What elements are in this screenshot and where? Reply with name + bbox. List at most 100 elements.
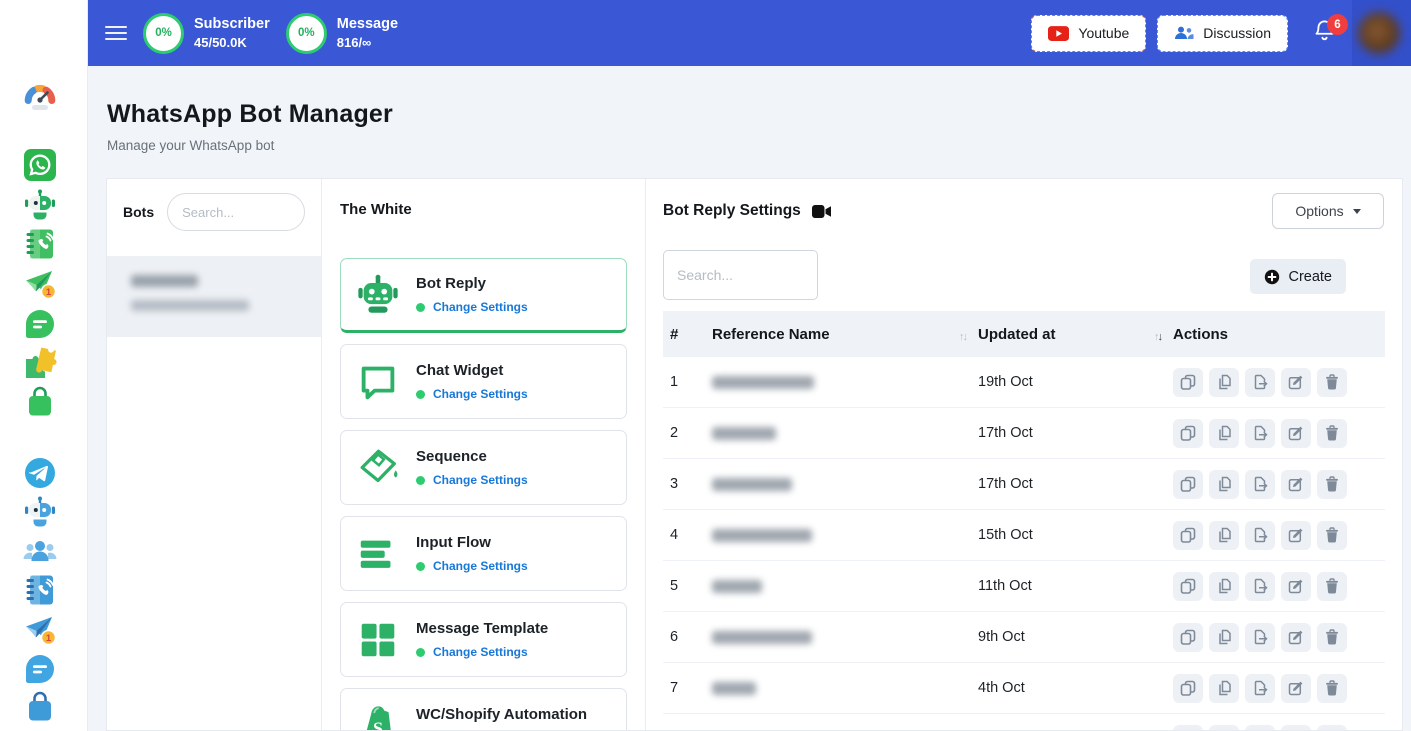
duplicate-button[interactable] <box>1209 725 1239 731</box>
sidebar-item-dashboard[interactable] <box>22 79 58 115</box>
sidebar-item-whatsapp-chat[interactable] <box>22 306 58 342</box>
copy-button[interactable] <box>1173 572 1203 601</box>
change-settings-link[interactable]: Change Settings <box>433 559 528 573</box>
bots-title: Bots <box>123 204 154 220</box>
delete-button[interactable] <box>1317 419 1347 448</box>
svg-text:S: S <box>373 718 383 731</box>
export-icon <box>1252 374 1268 390</box>
card-message-template[interactable]: Message Template Change Settings <box>340 602 627 677</box>
export-button[interactable] <box>1245 419 1275 448</box>
duplicate-button[interactable] <box>1209 419 1239 448</box>
video-tutorial-icon[interactable] <box>812 205 831 218</box>
pages-icon <box>1216 476 1232 492</box>
export-button[interactable] <box>1245 521 1275 550</box>
delete-button[interactable] <box>1317 725 1347 731</box>
change-settings-link[interactable]: Change Settings <box>433 645 528 659</box>
sort-icon[interactable]: ↑↓ <box>1154 325 1161 343</box>
copy-button[interactable] <box>1173 368 1203 397</box>
edit-button[interactable] <box>1281 470 1311 499</box>
copy-button[interactable] <box>1173 419 1203 448</box>
sidebar-item-telegram-bot[interactable] <box>22 494 58 530</box>
create-button[interactable]: Create <box>1250 259 1346 294</box>
card-bot-reply[interactable]: Bot Reply Change Settings <box>340 258 627 333</box>
export-button[interactable] <box>1245 572 1275 601</box>
export-icon <box>1252 425 1268 441</box>
edit-button[interactable] <box>1281 368 1311 397</box>
sidebar-item-whatsapp-bot[interactable] <box>22 187 58 223</box>
reference-name-redacted <box>712 427 776 440</box>
change-settings-link[interactable]: Change Settings <box>433 473 528 487</box>
delete-button[interactable] <box>1317 521 1347 550</box>
card-sequence[interactable]: Sequence Change Settings <box>340 430 627 505</box>
updated-at-cell: 17th Oct <box>978 476 1173 492</box>
duplicate-button[interactable] <box>1209 572 1239 601</box>
avatar-block[interactable] <box>1352 0 1411 66</box>
card-wc-shopify[interactable]: S WC/Shopify Automation Change Settings <box>340 688 627 731</box>
copy-icon <box>1180 374 1196 390</box>
delete-button[interactable] <box>1317 674 1347 703</box>
export-button[interactable] <box>1245 623 1275 652</box>
delete-button[interactable] <box>1317 368 1347 397</box>
change-settings-link[interactable]: Change Settings <box>433 300 528 314</box>
card-input-flow[interactable]: Input Flow Change Settings <box>340 516 627 591</box>
export-button[interactable] <box>1245 674 1275 703</box>
export-button[interactable] <box>1245 725 1275 731</box>
reference-name-redacted <box>712 682 756 695</box>
copy-button[interactable] <box>1173 623 1203 652</box>
options-dropdown-button[interactable]: Options <box>1272 193 1384 229</box>
settings-search-input[interactable] <box>663 250 818 300</box>
sidebar-item-integrations[interactable] <box>22 345 58 381</box>
sort-icon[interactable]: ↑↓ <box>959 325 966 343</box>
duplicate-button[interactable] <box>1209 674 1239 703</box>
updated-at-cell: 15th Oct <box>978 527 1173 543</box>
sidebar-item-whatsapp-broadcast[interactable]: 1 <box>22 266 58 302</box>
duplicate-button[interactable] <box>1209 521 1239 550</box>
sidebar-item-whatsapp-contacts[interactable] <box>22 226 58 262</box>
sidebar-item-telegram[interactable] <box>22 455 58 491</box>
reference-name-redacted <box>712 529 812 542</box>
edit-button[interactable] <box>1281 419 1311 448</box>
edit-button[interactable] <box>1281 572 1311 601</box>
duplicate-button[interactable] <box>1209 470 1239 499</box>
edit-button[interactable] <box>1281 521 1311 550</box>
trash-icon <box>1324 425 1340 441</box>
card-chat-widget[interactable]: Chat Widget Change Settings <box>340 344 627 419</box>
table-row: 2 17th Oct <box>663 408 1385 459</box>
duplicate-button[interactable] <box>1209 368 1239 397</box>
export-button[interactable] <box>1245 470 1275 499</box>
selected-bot-title: The White <box>340 179 627 218</box>
delete-button[interactable] <box>1317 572 1347 601</box>
copy-button[interactable] <box>1173 521 1203 550</box>
telegram-contacts-icon <box>22 572 58 608</box>
sidebar-item-whatsapp-shop[interactable] <box>22 384 58 420</box>
copy-icon <box>1180 425 1196 441</box>
sidebar-item-telegram-group[interactable] <box>22 533 58 569</box>
integrations-puzzle-icon <box>22 345 58 381</box>
menu-toggle-icon[interactable] <box>105 22 127 43</box>
export-button[interactable] <box>1245 368 1275 397</box>
bot-list-item[interactable] <box>107 256 321 337</box>
delete-button[interactable] <box>1317 470 1347 499</box>
sidebar-item-telegram-broadcast[interactable]: 1 <box>22 612 58 648</box>
sidebar-item-telegram-shop[interactable] <box>22 689 58 725</box>
card-title: Input Flow <box>416 534 528 551</box>
sidebar-item-whatsapp[interactable] <box>22 147 58 183</box>
sidebar-item-telegram-contacts[interactable] <box>22 572 58 608</box>
duplicate-button[interactable] <box>1209 623 1239 652</box>
trash-icon <box>1324 629 1340 645</box>
sidebar-item-telegram-chat[interactable] <box>22 651 58 687</box>
copy-button[interactable] <box>1173 674 1203 703</box>
copy-button[interactable] <box>1173 470 1203 499</box>
edit-button[interactable] <box>1281 725 1311 731</box>
edit-button[interactable] <box>1281 623 1311 652</box>
notification-count-badge: 6 <box>1327 14 1348 35</box>
notifications-button[interactable]: 6 <box>1313 18 1336 48</box>
edit-button[interactable] <box>1281 674 1311 703</box>
delete-button[interactable] <box>1317 623 1347 652</box>
copy-button[interactable] <box>1173 725 1203 731</box>
status-dot <box>416 648 425 657</box>
bots-search-input[interactable] <box>167 193 305 231</box>
youtube-button[interactable]: Youtube <box>1031 15 1146 52</box>
change-settings-link[interactable]: Change Settings <box>433 387 528 401</box>
discussion-button[interactable]: Discussion <box>1157 15 1288 52</box>
